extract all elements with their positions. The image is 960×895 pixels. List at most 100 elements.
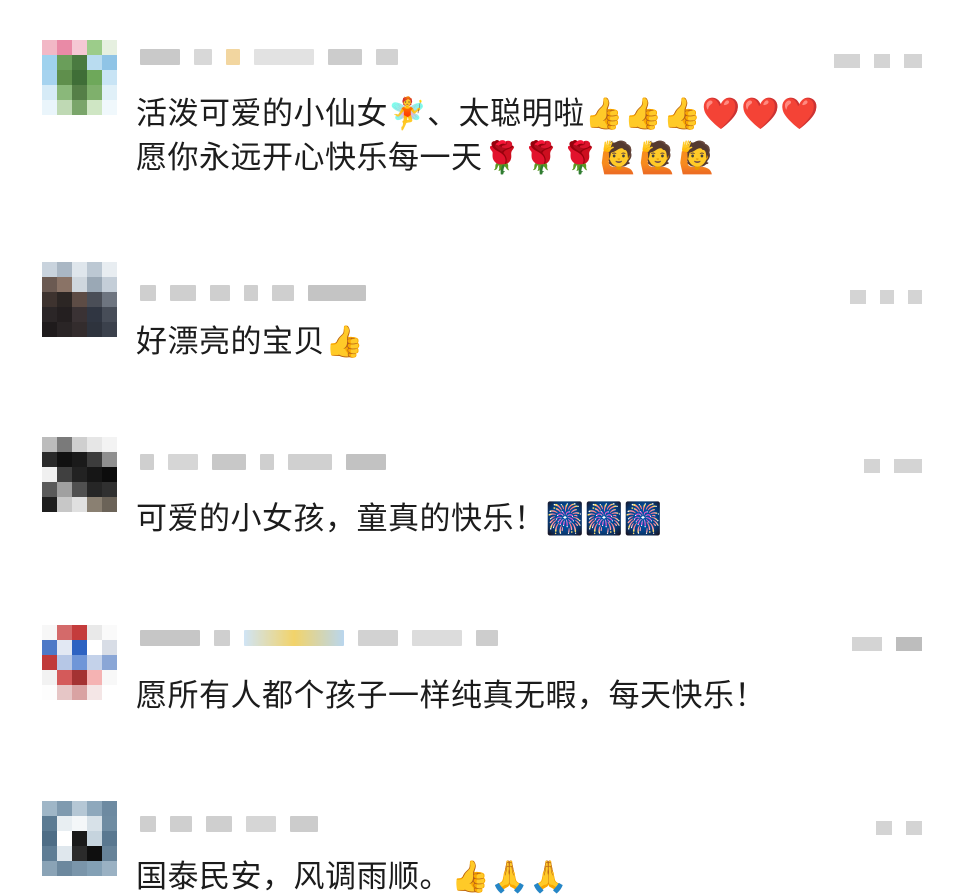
avatar-pixel [72,437,87,452]
avatar-pixel [42,322,57,337]
avatar-pixel [72,497,87,512]
avatar-pixel [72,322,87,337]
avatar-pixel [87,85,102,100]
avatar-pixel [87,100,102,115]
nickname-redacted[interactable] [140,447,386,477]
avatar-pixel [57,70,72,85]
avatar-pixel [87,861,102,876]
avatar[interactable] [42,40,117,115]
avatar-pixel [42,452,57,467]
avatar-pixel [87,277,102,292]
avatar-pixel [87,801,102,816]
avatar-pixel [72,100,87,115]
comment-text: 活泼可爱的小仙女🧚、太聪明啦👍👍👍❤️❤️❤️ 愿你永远开心快乐每一天🌹🌹🌹🙋🙋… [136,96,820,176]
avatar-pixel [42,816,57,831]
avatar-pixel [102,497,117,512]
avatar-pixel [57,100,72,115]
nickname-redacted[interactable] [140,623,498,653]
timestamp-redacted [852,629,922,659]
avatar-pixel [72,307,87,322]
avatar-pixel [42,846,57,861]
timestamp-redacted [876,813,922,843]
avatar-pixel [102,40,117,55]
avatar-pixel [57,861,72,876]
avatar-pixel [102,670,117,685]
avatar-pixel [42,262,57,277]
avatar-pixel [87,262,102,277]
avatar-pixel [42,437,57,452]
avatar-pixel [102,307,117,322]
avatar-pixel [57,816,72,831]
avatar-pixel [72,816,87,831]
avatar-pixel [42,625,57,640]
avatar-pixel [72,482,87,497]
avatar-pixel [57,625,72,640]
avatar-pixel [57,655,72,670]
avatar-pixel [57,437,72,452]
comment-item[interactable]: 好漂亮的宝贝👍 [0,262,960,372]
avatar-pixel [87,846,102,861]
avatar-pixel [72,685,87,700]
avatar-pixel [72,861,87,876]
avatar-pixel [87,40,102,55]
avatar-pixel [87,307,102,322]
avatar-pixel [57,467,72,482]
nickname-redacted[interactable] [140,42,398,72]
timestamp-redacted [864,451,922,481]
avatar-pixel [42,670,57,685]
avatar-pixel [72,40,87,55]
comment-item[interactable]: 愿所有人都个孩子一样纯真无暇，每天快乐！ [0,623,960,733]
avatar-pixel [42,861,57,876]
avatar-pixel [102,655,117,670]
avatar-pixel [42,277,57,292]
avatar-pixel [72,655,87,670]
avatar-pixel [57,307,72,322]
avatar-pixel [42,640,57,655]
avatar-pixel [57,452,72,467]
avatar-pixel [72,801,87,816]
avatar-pixel [57,801,72,816]
avatar-pixel [42,685,57,700]
avatar-pixel [72,846,87,861]
avatar-pixel [57,55,72,70]
avatar-pixel [102,831,117,846]
comment-text: 可爱的小女孩，童真的快乐！🎆🎆🎆 [136,501,663,537]
avatar-pixel [72,262,87,277]
avatar[interactable] [42,801,117,876]
avatar[interactable] [42,625,117,700]
avatar-pixel [57,497,72,512]
avatar-pixel [87,70,102,85]
avatar-pixel [102,846,117,861]
nickname-redacted[interactable] [140,809,318,839]
avatar-pixel [42,482,57,497]
avatar-pixel [102,685,117,700]
avatar-pixel [87,685,102,700]
avatar-pixel [102,55,117,70]
avatar[interactable] [42,437,117,512]
avatar-pixel [87,640,102,655]
avatar-pixel [42,70,57,85]
avatar-pixel [72,831,87,846]
nickname-redacted[interactable] [140,278,366,308]
avatar[interactable] [42,262,117,337]
avatar-pixel [57,277,72,292]
comment-item[interactable]: 活泼可爱的小仙女🧚、太聪明啦👍👍👍❤️❤️❤️ 愿你永远开心快乐每一天🌹🌹🌹🙋🙋… [0,40,960,210]
avatar-pixel [42,497,57,512]
comment-item[interactable]: 国泰民安，风调雨顺。👍🙏🙏 [0,799,960,895]
comment-item[interactable]: 可爱的小女孩，童真的快乐！🎆🎆🎆 [0,437,960,547]
avatar-pixel [57,322,72,337]
avatar-pixel [102,816,117,831]
avatar-pixel [57,40,72,55]
avatar-pixel [57,685,72,700]
comment-text: 好漂亮的宝贝👍 [136,324,365,360]
avatar-pixel [87,497,102,512]
avatar-pixel [72,640,87,655]
avatar-pixel [57,831,72,846]
avatar-pixel [57,262,72,277]
comment-text: 愿所有人都个孩子一样纯真无暇，每天快乐！ [136,678,766,714]
avatar-pixel [87,452,102,467]
avatar-pixel [87,467,102,482]
avatar-pixel [87,816,102,831]
avatar-pixel [102,85,117,100]
avatar-pixel [72,452,87,467]
